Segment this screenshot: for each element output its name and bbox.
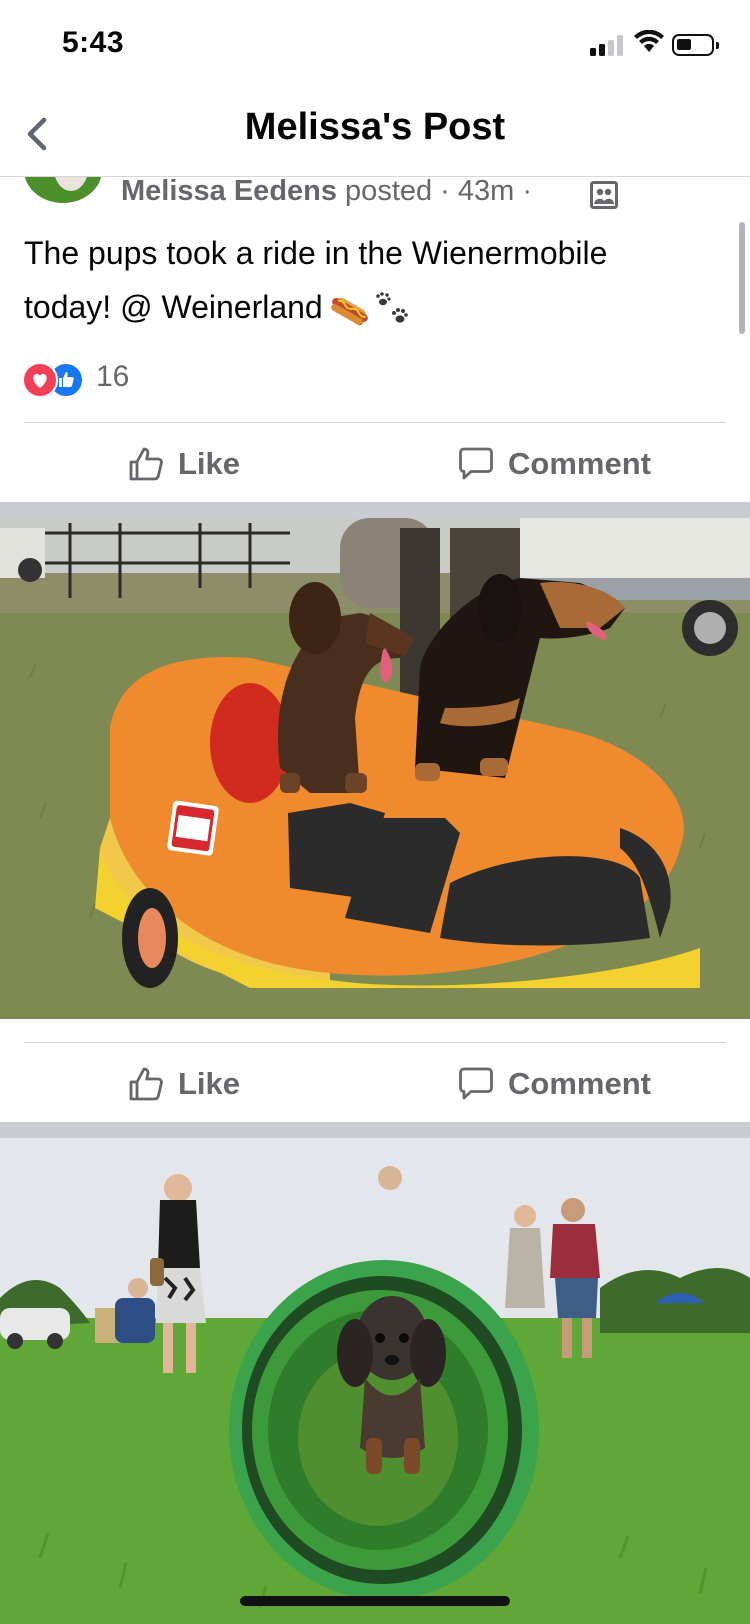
tunnel-photo[interactable]: [0, 1138, 750, 1624]
comment-label: Comment: [508, 1066, 651, 1101]
home-indicator[interactable]: [240, 1596, 510, 1606]
photo-actions: Like Comment: [0, 1046, 750, 1122]
post-meta: posted · 43m ·: [337, 177, 533, 207]
hotdog-emoji-icon: [330, 297, 368, 326]
like-label: Like: [178, 446, 241, 481]
post-actions: Like Comment: [0, 426, 750, 502]
wifi-icon: [634, 30, 664, 52]
nav-header: Melissa's Post: [0, 90, 750, 177]
cellular-signal-icon: [590, 34, 626, 56]
post-text-line-2-wrap: today! @ Weinerland: [24, 280, 704, 334]
like-label: Like: [178, 1066, 241, 1101]
post-header: Melissa Eedens posted · 43m ·: [0, 177, 750, 211]
wienermobile-photo[interactable]: [0, 518, 750, 1019]
like-button[interactable]: Like: [128, 1046, 240, 1122]
post-text-line-1: The pups took a ride in the Wienermobile: [24, 235, 608, 271]
comment-button[interactable]: Comment: [458, 1046, 651, 1122]
battery-icon: [672, 34, 719, 56]
status-bar: 5:43: [0, 0, 750, 90]
author-name[interactable]: Melissa Eedens: [121, 177, 337, 207]
comment-button[interactable]: Comment: [458, 426, 651, 502]
comment-label: Comment: [508, 446, 651, 481]
like-button[interactable]: Like: [128, 426, 240, 502]
paw-prints-emoji-icon: [375, 291, 408, 323]
scrollbar[interactable]: [739, 222, 745, 334]
avatar[interactable]: [24, 177, 102, 203]
comment-bubble-icon: [459, 1067, 493, 1100]
like-thumb-icon: [129, 1067, 163, 1101]
section-separator: [0, 1122, 750, 1138]
page-title: Melissa's Post: [244, 106, 506, 148]
post-text-line-2: today! @ Weinerland: [24, 289, 323, 325]
comment-bubble-icon: [459, 447, 493, 480]
divider: [24, 1042, 726, 1043]
post-author-line: Melissa Eedens posted · 43m ·: [121, 177, 532, 208]
love-reaction-icon: [22, 362, 58, 398]
status-time: 5:43: [62, 26, 125, 59]
section-separator: [0, 502, 750, 518]
audience-icon[interactable]: [590, 181, 618, 209]
reaction-count: 16: [96, 360, 130, 393]
like-thumb-icon: [129, 447, 163, 481]
divider: [24, 422, 726, 423]
post-text: The pups took a ride in the Wienermobile…: [24, 226, 704, 334]
